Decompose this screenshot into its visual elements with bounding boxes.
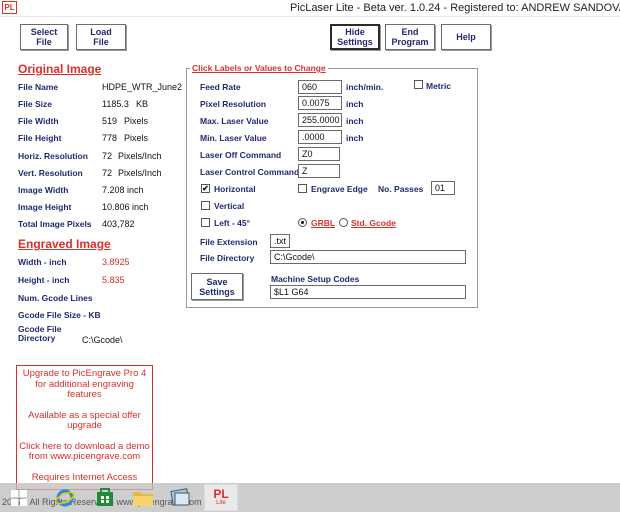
file-extension-label: File Extension — [200, 237, 258, 247]
help-button[interactable]: Help — [441, 24, 491, 50]
min-laser-input[interactable]: .0000 — [298, 130, 342, 144]
max-laser-label[interactable]: Max. Laser Value — [200, 116, 269, 126]
file-size-label: File Size — [18, 99, 53, 109]
file-size-unit: KB — [136, 99, 149, 109]
image-height-value: 10.806 inch — [102, 202, 149, 212]
engraved-height-value: 5.835 — [102, 275, 125, 285]
grbl-label[interactable]: GRBL — [311, 218, 335, 228]
app-window-icon[interactable] — [166, 485, 196, 510]
metric-checkbox[interactable] — [414, 80, 423, 89]
file-name-value: HDPE_WTR_June2 — [102, 82, 183, 92]
min-laser-label[interactable]: Min. Laser Value — [200, 133, 267, 143]
save-settings-button[interactable]: Save Settings — [191, 273, 243, 300]
max-laser-input[interactable]: 255.0000 — [298, 113, 342, 127]
engrave-edge-label[interactable]: Engrave Edge — [311, 184, 368, 194]
pixel-resolution-unit: inch — [346, 99, 364, 109]
image-width-label: Image Width — [18, 185, 69, 195]
windows-start-icon[interactable] — [4, 485, 34, 510]
load-file-button[interactable]: Load File — [76, 24, 126, 50]
total-pixels-label: Total Image Pixels — [18, 219, 92, 229]
settings-group-title: Click Labels or Values to Change — [190, 63, 328, 73]
image-width-value: 7.208 inch — [102, 185, 144, 195]
vert-resolution-value: 72 — [102, 168, 113, 178]
total-pixels-value: 403,782 — [102, 219, 135, 229]
file-width-unit: Pixels — [124, 116, 149, 126]
file-directory-input[interactable]: C:\Gcode\ — [270, 250, 466, 264]
piclaser-taskbar-button[interactable]: PL Lite — [204, 484, 238, 511]
horiz-resolution-unit: Pixels/Inch — [118, 151, 162, 161]
select-file-button[interactable]: Select File — [20, 24, 68, 50]
feed-rate-label[interactable]: Feed Rate — [200, 82, 241, 92]
feed-rate-unit: inch/min. — [346, 82, 384, 92]
internet-explorer-icon[interactable] — [50, 485, 80, 510]
passes-input[interactable]: 01 — [431, 181, 455, 195]
image-height-label: Image Height — [18, 202, 72, 212]
horiz-resolution-value: 72 — [102, 151, 113, 161]
file-directory-label: File Directory — [200, 253, 255, 263]
laser-off-input[interactable]: Z0 — [298, 147, 340, 161]
metric-label[interactable]: Metric — [426, 81, 451, 91]
end-program-button[interactable]: End Program — [385, 24, 435, 50]
laser-control-label[interactable]: Laser Control Command — [200, 167, 299, 177]
laser-control-input[interactable]: Z — [298, 164, 340, 178]
app-icon: PL — [2, 1, 17, 14]
file-height-label: File Height — [18, 133, 62, 143]
feed-rate-input[interactable]: 060 — [298, 80, 342, 94]
hide-settings-button[interactable]: Hide Settings — [330, 24, 380, 50]
file-width-label: File Width — [18, 116, 59, 126]
gcode-size-label: Gcode File Size - KB — [18, 310, 101, 320]
file-height-unit: Pixels — [124, 133, 149, 143]
min-laser-unit: inch — [346, 133, 364, 143]
file-name-label[interactable]: File Name — [18, 82, 58, 92]
grbl-radio[interactable] — [298, 218, 307, 227]
max-laser-unit: inch — [346, 116, 364, 126]
left45-label[interactable]: Left - 45° — [214, 218, 250, 228]
engrave-edge-checkbox[interactable] — [298, 184, 307, 193]
laser-off-label[interactable]: Laser Off Command — [200, 150, 281, 160]
file-height-value: 778 — [102, 133, 118, 143]
promo-download-text[interactable]: Click here to download a demo from www.p… — [17, 441, 152, 463]
file-width-value: 519 — [102, 116, 118, 126]
horizontal-checkbox[interactable]: ✔ — [201, 184, 210, 193]
gcode-directory-label: Gcode File Directory — [18, 324, 62, 343]
gcode-directory-value: C:\Gcode\ — [82, 335, 123, 345]
passes-label: No. Passes — [378, 184, 424, 194]
file-explorer-icon[interactable] — [128, 485, 158, 510]
vertical-label[interactable]: Vertical — [214, 201, 244, 211]
store-icon[interactable] — [90, 485, 120, 510]
file-size-value: 1185.3 — [102, 99, 129, 109]
promo-internet-text: Requires Internet Access — [31, 471, 138, 483]
original-image-heading: Original Image — [18, 62, 102, 76]
promo-upgrade-text: Upgrade to PicEngrave Pro 4 for addition… — [22, 368, 147, 400]
engraved-width-label: Width - inch — [18, 257, 67, 267]
gcode-lines-label: Num. Gcode Lines — [18, 293, 93, 303]
machine-setup-label: Machine Setup Codes — [271, 274, 360, 284]
vert-resolution-unit: Pixels/Inch — [118, 168, 162, 178]
engraved-height-label: Height - inch — [18, 275, 70, 285]
machine-setup-input[interactable]: $L1 G64 — [270, 285, 466, 299]
pixel-resolution-input[interactable]: 0.0075 — [298, 96, 342, 110]
window-title: PicLaser Lite - Beta ver. 1.0.24 - Regis… — [290, 2, 620, 14]
left45-checkbox[interactable] — [201, 218, 210, 227]
vertical-checkbox[interactable] — [201, 201, 210, 210]
engraved-width-value: 3.8925 — [102, 257, 130, 267]
engraved-image-heading: Engraved Image — [18, 237, 111, 251]
horizontal-label[interactable]: Horizontal — [214, 184, 256, 194]
pixel-resolution-label[interactable]: Pixel Resolution — [200, 99, 266, 109]
std-gcode-radio[interactable] — [339, 218, 348, 227]
vert-resolution-label: Vert. Resolution — [18, 168, 83, 178]
horiz-resolution-label: Horiz. Resolution — [18, 151, 88, 161]
file-extension-input[interactable]: .txt — [270, 234, 290, 248]
std-gcode-label[interactable]: Std. Gcode — [351, 218, 396, 228]
upgrade-promo-box[interactable]: Upgrade to PicEngrave Pro 4 for addition… — [16, 365, 153, 490]
promo-offer-text: Available as a special offer upgrade — [28, 409, 141, 431]
